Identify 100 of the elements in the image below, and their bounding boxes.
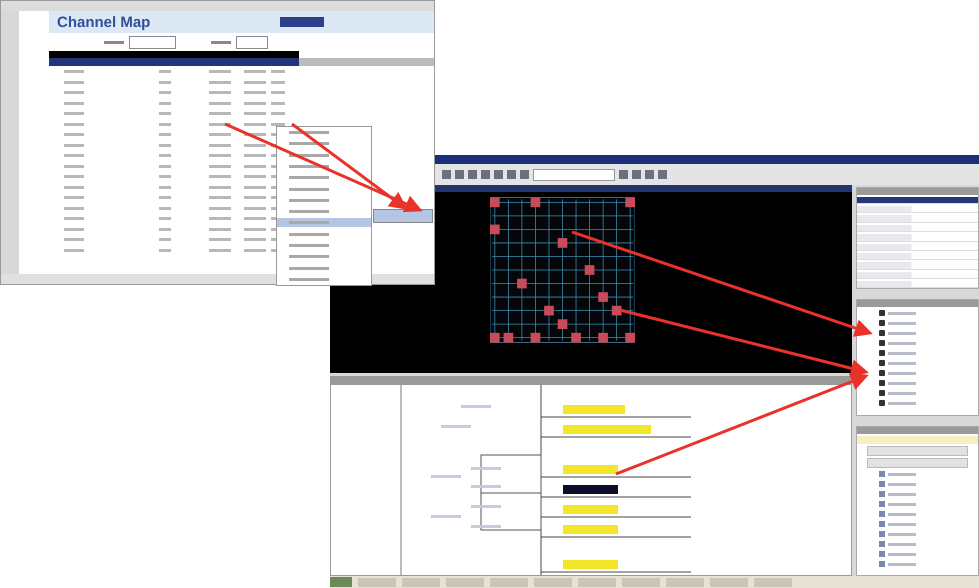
- cell-text-drawing: [64, 175, 84, 178]
- cell-text-drawing: [244, 175, 266, 178]
- cell-text-drawing: [159, 175, 171, 178]
- cell-text-drawing: [244, 238, 266, 241]
- cell-text-drawing: [244, 122, 266, 126]
- cell-text-drawing: [209, 186, 231, 188]
- node-icon: [879, 400, 885, 406]
- cell-text-drawing: [244, 186, 266, 188]
- cell-text-drawing: [64, 164, 84, 168]
- cell-text-drawing: [159, 186, 171, 188]
- cell-text-drawing: [64, 80, 84, 84]
- start-button[interactable]: [330, 577, 352, 588]
- cell-text-drawing: [209, 112, 231, 115]
- input-field[interactable]: [236, 36, 268, 48]
- cell-text-drawing: [209, 228, 231, 230]
- cell-text-drawing: [244, 154, 266, 157]
- cell-text-drawing: [64, 122, 84, 126]
- cell-text-drawing: [209, 80, 231, 84]
- taskbar-button[interactable]: [490, 578, 528, 587]
- cell-text-drawing: [159, 196, 171, 199]
- cell-text-drawing: [64, 238, 84, 241]
- cell-text-drawing: [64, 206, 84, 210]
- cell-text-drawing: [244, 196, 266, 199]
- taskbar-button[interactable]: [402, 578, 440, 587]
- node-icon: [879, 330, 885, 336]
- taskbar-button[interactable]: [578, 578, 616, 587]
- cell-text-drawing: [209, 144, 231, 146]
- cell-text-drawing: [159, 248, 171, 252]
- cell-text-drawing: [244, 228, 266, 230]
- cell-text-drawing: [64, 154, 84, 157]
- cell-text-drawing: [64, 144, 84, 146]
- cell-text-drawing: [209, 175, 231, 178]
- taskbar-button[interactable]: [754, 578, 792, 587]
- cell-text-drawing: [271, 70, 285, 73]
- taskbar-button[interactable]: [534, 578, 572, 587]
- cell-text-drawing: [244, 206, 266, 210]
- taskbar-button[interactable]: [710, 578, 748, 587]
- cell-text-drawing: [271, 91, 285, 94]
- cell-text-drawing: [159, 112, 171, 115]
- menu-item[interactable]: [277, 218, 371, 228]
- cell-text-drawing: [159, 133, 171, 136]
- header-button[interactable]: [867, 446, 968, 456]
- input-field[interactable]: [533, 168, 615, 181]
- cell-text-drawing: [159, 228, 171, 230]
- cell-text-drawing: [244, 133, 266, 136]
- cell-text-drawing: [244, 91, 266, 94]
- cell-text-drawing: [209, 70, 231, 73]
- cell-text-drawing: [244, 217, 266, 220]
- cell-text-drawing: [209, 248, 231, 252]
- cell-text-drawing: [209, 91, 231, 94]
- cell-text-drawing: [244, 248, 266, 252]
- cell-text-drawing: [271, 102, 285, 104]
- cell-text-drawing: [159, 70, 171, 73]
- cell-text-drawing: [209, 164, 231, 168]
- node-icon: [879, 320, 885, 326]
- cell-text-drawing: [209, 217, 231, 220]
- net-label[interactable]: [563, 485, 618, 494]
- node-icon: [879, 310, 885, 316]
- cell-text-drawing: [159, 144, 171, 146]
- cell-text-drawing: [64, 186, 84, 188]
- cell-text-drawing: [64, 248, 84, 252]
- taskbar-button[interactable]: [446, 578, 484, 587]
- taskbar-button[interactable]: [666, 578, 704, 587]
- cell-text-drawing: [159, 164, 171, 168]
- node-icon: [879, 370, 885, 376]
- taskbar-button[interactable]: [622, 578, 660, 587]
- cell-text-drawing: [244, 144, 266, 146]
- cell-text-drawing: [159, 122, 171, 126]
- node-icon: [879, 350, 885, 356]
- header-button[interactable]: [867, 458, 968, 468]
- cell-text-drawing: [64, 102, 84, 104]
- input-field[interactable]: [129, 36, 176, 48]
- cell-text-drawing: [244, 102, 266, 104]
- cell-text-drawing: [209, 154, 231, 157]
- logo-drawing: [280, 17, 324, 27]
- node-icon: [879, 340, 885, 346]
- cell-text-drawing: [64, 91, 84, 94]
- cell-text-drawing: [159, 102, 171, 104]
- cell-text-drawing: [159, 91, 171, 94]
- cell-text-drawing: [64, 70, 84, 73]
- cell-text-drawing: [209, 206, 231, 210]
- taskbar-button[interactable]: [358, 578, 396, 587]
- cell-text-drawing: [244, 164, 266, 168]
- node-icon: [879, 380, 885, 386]
- cell-text-drawing: [209, 122, 231, 126]
- cell-text-drawing: [64, 217, 84, 220]
- cell-text-drawing: [244, 80, 266, 84]
- cell-text-drawing: [271, 122, 285, 126]
- submenu: [373, 209, 433, 223]
- cell-text-drawing: [244, 112, 266, 115]
- cell-text-drawing: [271, 112, 285, 115]
- cell-text-drawing: [159, 238, 171, 241]
- cell-text-drawing: [64, 196, 84, 199]
- cell-text-drawing: [244, 70, 266, 73]
- cell-text-drawing: [209, 238, 231, 241]
- cell-text-drawing: [159, 217, 171, 220]
- node-icon: [879, 390, 885, 396]
- cell-text-drawing: [271, 80, 285, 84]
- cell-text-drawing: [64, 133, 84, 136]
- node-icon: [879, 360, 885, 366]
